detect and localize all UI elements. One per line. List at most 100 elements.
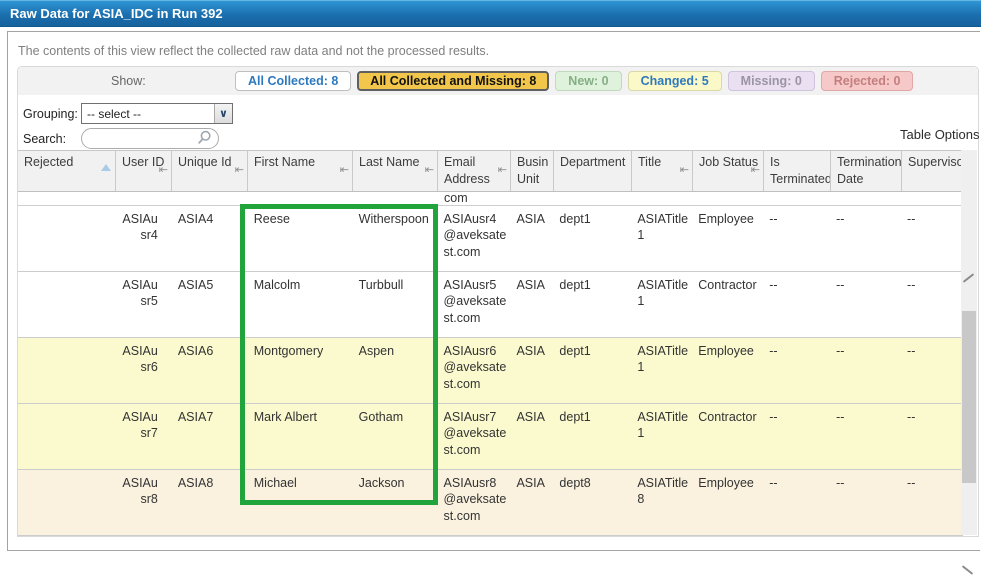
cell-unique-id: ASIA4: [172, 206, 248, 271]
scroll-up-arrow-icon[interactable]: [963, 273, 974, 283]
column-header-user-id[interactable]: User ID⇤: [116, 151, 172, 191]
column-label: Title: [638, 155, 661, 169]
cell-first-name: Montgomery: [248, 338, 353, 403]
cell-job-status: Employee: [692, 338, 763, 403]
cell-email-address: ASIAusr5@aveksatest.com: [438, 272, 511, 337]
column-header-department[interactable]: Department: [554, 151, 632, 191]
cell-email-address: ASIAusr6@aveksatest.com: [438, 338, 511, 403]
column-resize-handle-icon[interactable]: ⇤: [425, 163, 434, 178]
search-icon[interactable]: [197, 130, 212, 148]
chevron-down-icon[interactable]: ∨: [214, 104, 232, 123]
filter-tabs: All Collected: 8 All Collected and Missin…: [235, 71, 913, 91]
grouping-select[interactable]: -- select -- ∨: [81, 103, 233, 124]
column-resize-handle-icon[interactable]: ⇤: [498, 163, 507, 178]
column-header-email-address[interactable]: Email Address ⇤: [438, 151, 511, 191]
column-resize-handle-icon[interactable]: ⇤: [159, 163, 168, 178]
column-header-last-name[interactable]: Last Name⇤: [353, 151, 438, 191]
column-label: Termination Date: [837, 155, 902, 186]
column-label: Is Terminated: [770, 155, 831, 186]
cell-title: ASIATitle1: [631, 206, 692, 271]
cell-unique-id: ASIA7: [172, 404, 248, 469]
cell-busin-unit: ASIA: [510, 272, 553, 337]
cell-department: dept1: [553, 404, 631, 469]
cell-title: ASIATitle1: [631, 272, 692, 337]
column-header-termination-date[interactable]: Termination Date: [831, 151, 902, 191]
grouping-selected-value: -- select --: [82, 107, 214, 121]
cell-user-id: ASIAusr7: [116, 404, 172, 469]
table-row-ASIAusr7[interactable]: ASIAusr7ASIA7Mark AlbertGothamASIAusr7@a…: [18, 404, 963, 470]
cell-last-name: Aspen: [353, 338, 438, 403]
filter-tab-all-collected[interactable]: All Collected: 8: [235, 71, 351, 91]
cell-busin-unit: ASIA: [510, 470, 553, 535]
table-row-ASIAusr5[interactable]: ASIAusr5ASIA5MalcolmTurbbullASIAusr5@ave…: [18, 272, 963, 338]
column-resize-handle-icon[interactable]: ⇤: [680, 163, 689, 178]
column-header-is-terminated[interactable]: Is Terminated: [764, 151, 831, 191]
search-input[interactable]: [82, 132, 197, 146]
column-header-first-name[interactable]: First Name ⇤: [248, 151, 353, 191]
column-header-job-status[interactable]: Job Status⇤: [693, 151, 764, 191]
table-row-ASIAusr4[interactable]: ASIAusr4ASIA4ReeseWitherspoonASIAusr4@av…: [18, 206, 963, 272]
table-row-ASIAusr6[interactable]: ASIAusr6ASIA6MontgomeryAspenASIAusr6@ave…: [18, 338, 963, 404]
cell-termination-date: --: [830, 206, 901, 271]
cell-user-id: ASIAusr5: [116, 272, 172, 337]
column-header-busin-unit[interactable]: Busin Unit: [511, 151, 554, 191]
table-header-row: RejectedUser ID⇤Unique Id⇤First Name⇤Las…: [18, 150, 964, 192]
filter-tab-changed[interactable]: Changed: 5: [628, 71, 722, 91]
cell-job-status: Contractor: [692, 404, 763, 469]
cell-first-name: Mark Albert: [248, 404, 353, 469]
cell-user-id: ASIAusr8: [116, 470, 172, 535]
cell-department: dept8: [553, 470, 631, 535]
cell-last-name: Turbbull: [353, 272, 438, 337]
column-header-supervisor[interactable]: Supervisor: [902, 151, 964, 191]
cell-last-name: Gotham: [353, 404, 438, 469]
cell-department: dept1: [553, 338, 631, 403]
cell-busin-unit: ASIA: [510, 338, 553, 403]
filter-tab-missing[interactable]: Missing: 0: [728, 71, 815, 91]
vertical-scrollbar-thumb[interactable]: [962, 311, 976, 483]
column-header-rejected[interactable]: Rejected: [18, 151, 116, 191]
cell-busin-unit: ASIA: [510, 404, 553, 469]
cell-last-name: Witherspoon: [353, 206, 438, 271]
cell-title: ASIATitle8: [631, 470, 692, 535]
column-label: Rejected: [24, 155, 73, 169]
column-resize-handle-icon[interactable]: ⇤: [751, 163, 760, 178]
search-row: Search:: [23, 128, 219, 149]
cell-supervisor: --: [901, 206, 963, 271]
page-title: Raw Data for ASIA_IDC in Run 392: [10, 6, 223, 21]
column-resize-handle-icon[interactable]: ⇤: [340, 163, 349, 178]
cell-is-terminated: --: [763, 470, 830, 535]
window-title-bar: Raw Data for ASIA_IDC in Run 392: [0, 0, 981, 27]
column-resize-handle-icon[interactable]: ⇤: [235, 163, 244, 178]
column-header-unique-id[interactable]: Unique Id⇤: [172, 151, 248, 191]
cell-job-status: Employee: [692, 470, 763, 535]
cell-is-terminated: --: [763, 404, 830, 469]
filter-tab-new[interactable]: New: 0: [555, 71, 621, 91]
cell-busin-unit: ASIA: [510, 206, 553, 271]
column-header-title[interactable]: Title ⇤: [632, 151, 693, 191]
vertical-scrollbar-track[interactable]: [961, 150, 977, 535]
cell-termination-date: --: [830, 272, 901, 337]
cell-department: dept1: [553, 272, 631, 337]
column-label: Supervisor: [908, 155, 964, 169]
cell-title: ASIATitle1: [631, 338, 692, 403]
cell-rejected: [18, 404, 116, 469]
column-label: Job Status: [699, 155, 758, 169]
filter-tab-all-collected-and-missing[interactable]: All Collected and Missing: 8: [357, 71, 549, 91]
table-row-ASIAusr8[interactable]: ASIAusr8ASIA8MichaelJacksonASIAusr8@avek…: [18, 470, 963, 536]
search-box: [81, 128, 219, 149]
table-options-link[interactable]: Table Options: [900, 127, 980, 142]
filter-tab-rejected[interactable]: Rejected: 0: [821, 71, 914, 91]
cell-termination-date: --: [830, 470, 901, 535]
cell-rejected: [18, 206, 116, 271]
show-label: Show:: [111, 74, 160, 88]
cell-first-name: Reese: [248, 206, 353, 271]
column-label: First Name: [254, 155, 315, 169]
grouping-label: Grouping:: [23, 107, 81, 121]
column-label: Email Address: [444, 155, 490, 186]
cell-is-terminated: --: [763, 338, 830, 403]
cell-unique-id: ASIA6: [172, 338, 248, 403]
view-description: The contents of this view reflect the co…: [18, 44, 489, 58]
scroll-down-arrow-icon[interactable]: [962, 565, 973, 575]
partially-scrolled-row[interactable]: com: [18, 192, 963, 206]
sort-ascending-icon[interactable]: [101, 164, 111, 171]
